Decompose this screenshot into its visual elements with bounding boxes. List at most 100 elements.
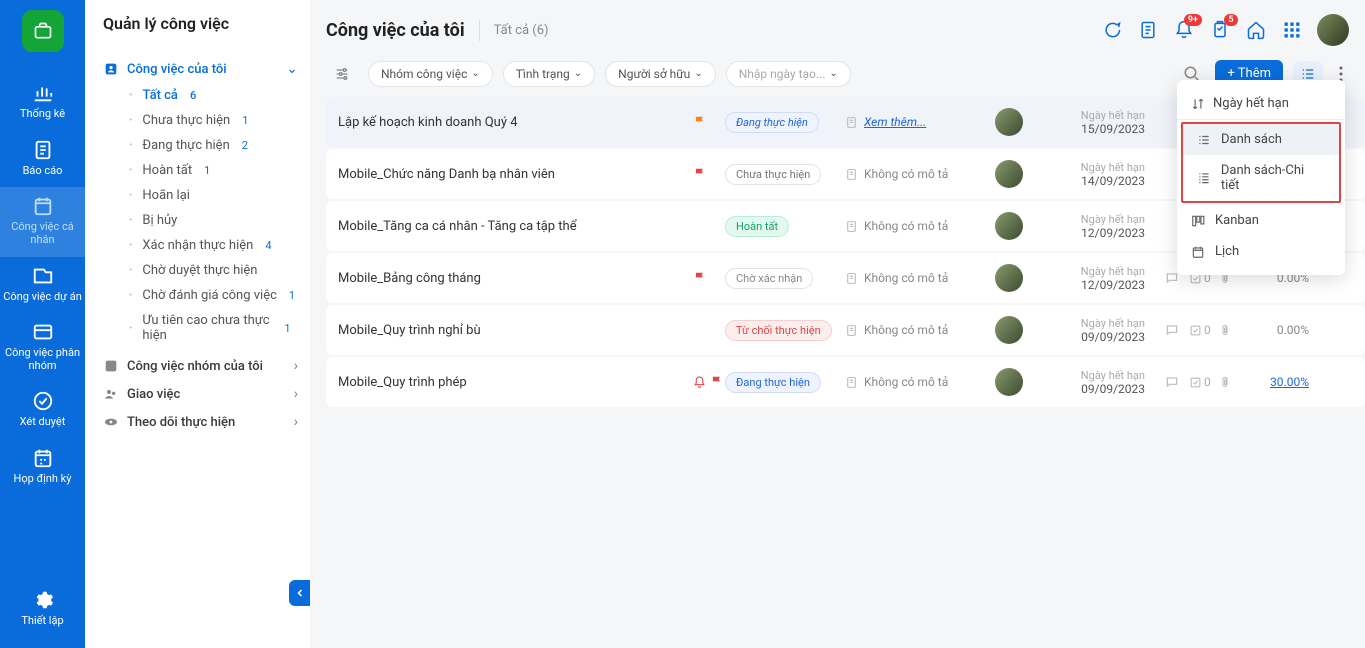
avatar[interactable] xyxy=(995,316,1023,344)
list-icon xyxy=(1197,133,1211,147)
task-due: Ngày hết hạn15/09/2023 xyxy=(1055,109,1145,136)
rail-item-stats[interactable]: Thống kê xyxy=(0,74,85,131)
task-assignee xyxy=(995,160,1055,188)
task-flag xyxy=(693,167,725,181)
users-icon xyxy=(103,386,119,402)
sidebar-group-assign[interactable]: Giao việc › xyxy=(103,380,298,408)
chat-icon[interactable] xyxy=(1101,19,1123,41)
sidebar-group-follow[interactable]: Theo dõi thực hiện › xyxy=(103,408,298,436)
user-avatar[interactable] xyxy=(1317,14,1349,46)
task-description: Không có mô tả xyxy=(845,375,995,389)
rail-label: Công việc phân nhóm xyxy=(5,346,80,372)
task-row[interactable]: Mobile_Quy trình phép Đang thực hiện Không… xyxy=(326,357,1365,407)
rail-item-meetings[interactable]: Họp định kỳ xyxy=(0,439,85,496)
task-due: Ngày hết hạn09/09/2023 xyxy=(1055,369,1145,396)
task-due: Ngày hết hạn09/09/2023 xyxy=(1055,317,1145,344)
dropdown-sort-row[interactable]: Ngày hết hạn xyxy=(1177,88,1345,120)
sidebar-group-my-tasks[interactable]: Công việc của tôi ⌄ xyxy=(103,55,298,83)
task-due: Ngày hết hạn12/09/2023 xyxy=(1055,213,1145,240)
rail-item-personal-tasks[interactable]: Công việc cá nhân xyxy=(0,187,85,256)
rail-item-approve[interactable]: Xét duyệt xyxy=(0,382,85,439)
avatar[interactable] xyxy=(995,160,1023,188)
sidebar-filter-all[interactable]: Tất cả6 xyxy=(127,83,298,108)
task-row[interactable]: Mobile_Quy trình nghỉ bù Từ chối thực hiệ… xyxy=(326,305,1365,355)
dropdown-item-calendar[interactable]: Lịch xyxy=(1177,236,1345,267)
task-flag xyxy=(693,115,725,129)
task-flag xyxy=(693,271,725,285)
doc-icon xyxy=(845,272,858,285)
task-title: Mobile_Quy trình nghỉ bù xyxy=(338,323,693,338)
bell-icon xyxy=(693,376,706,389)
bell-icon[interactable]: 9+ xyxy=(1173,19,1195,41)
status-pill: Từ chối thực hiện xyxy=(725,320,832,341)
avatar[interactable] xyxy=(995,108,1023,136)
flag-icon xyxy=(693,115,707,129)
desc-text: Không có mô tả xyxy=(864,375,948,389)
apps-grid-icon[interactable] xyxy=(1281,19,1303,41)
task-status: Hoàn tất xyxy=(725,216,845,237)
sidebar-filter-not-started[interactable]: Chưa thực hiện1 xyxy=(127,108,298,133)
collapse-sidebar-button[interactable] xyxy=(289,580,311,606)
avatar[interactable] xyxy=(995,264,1023,292)
home-icon[interactable] xyxy=(1245,19,1267,41)
sidebar-filter-done[interactable]: Hoàn tất1 xyxy=(127,158,298,183)
chevron-down-icon: ⌄ xyxy=(694,68,702,79)
task-title: Mobile_Quy trình phép xyxy=(338,375,693,390)
sidebar-group-label: Công việc của tôi xyxy=(127,62,227,77)
task-assignee xyxy=(995,316,1055,344)
task-title: Mobile_Chức năng Danh bạ nhân viên xyxy=(338,167,693,182)
due-date: 12/09/2023 xyxy=(1055,278,1145,292)
page-subtitle: Tất cả (6) xyxy=(480,23,549,38)
sidebar-filter-cancelled[interactable]: Bị hủy xyxy=(127,208,298,233)
status-pill: Hoàn tất xyxy=(725,216,789,237)
sidebar-filter-pending-approval[interactable]: Chờ duyệt thực hiện xyxy=(127,258,298,283)
desc-text: Không có mô tả xyxy=(864,323,948,337)
dropdown-sort-label: Ngày hết hạn xyxy=(1213,96,1289,111)
task-title: Mobile_Tăng ca cá nhân - Tăng ca tập thể xyxy=(338,219,693,234)
filter-owner-button[interactable]: Người sở hữu⌄ xyxy=(605,61,716,87)
dropdown-item-list-detail[interactable]: Danh sách-Chi tiết xyxy=(1183,155,1339,201)
task-status: Từ chối thực hiện xyxy=(725,320,845,341)
due-label: Ngày hết hạn xyxy=(1055,317,1145,330)
task-progress[interactable]: 30.00% xyxy=(1245,375,1315,389)
sidebar-filter-in-progress[interactable]: Đang thực hiện2 xyxy=(127,133,298,158)
sidebar-filter-list: Tất cả6 Chưa thực hiện1 Đang thực hiện2 … xyxy=(103,83,298,348)
dropdown-item-list[interactable]: Danh sách xyxy=(1183,124,1339,155)
task-stats: 0 xyxy=(1145,375,1245,389)
flag-icon xyxy=(693,271,707,285)
status-pill: Đang thực hiện xyxy=(725,372,821,393)
sidebar-filter-pending-review[interactable]: Chờ đánh giá công việc1 xyxy=(127,283,298,308)
filter-settings-button[interactable] xyxy=(326,61,358,87)
rail-item-group-tasks[interactable]: Công việc phân nhóm xyxy=(0,313,85,382)
due-date: 09/09/2023 xyxy=(1055,330,1145,344)
task-description: Không có mô tả xyxy=(845,271,995,285)
status-pill: Chờ xác nhận xyxy=(725,268,813,289)
filter-group-button[interactable]: Nhóm công việc⌄ xyxy=(368,61,493,87)
task-status: Đang thực hiện xyxy=(725,372,845,393)
task-description: Không có mô tả xyxy=(845,219,995,233)
dropdown-item-kanban[interactable]: Kanban xyxy=(1177,205,1345,236)
avatar[interactable] xyxy=(995,212,1023,240)
see-more-link[interactable]: Xem thêm... xyxy=(864,115,926,129)
sidebar-filter-high-priority[interactable]: Ưu tiên cao chưa thực hiện1 xyxy=(127,308,298,348)
left-rail: Thống kê Báo cáo Công việc cá nhân Công … xyxy=(0,0,85,648)
notes-icon[interactable] xyxy=(1137,19,1159,41)
clipboard-icon[interactable]: 5 xyxy=(1209,19,1231,41)
rail-item-report[interactable]: Báo cáo xyxy=(0,131,85,188)
sidebar-filter-confirm[interactable]: Xác nhận thực hiện4 xyxy=(127,233,298,258)
filter-date-input[interactable]: Nhập ngày tạo...⌄ xyxy=(726,61,851,87)
chevron-down-icon: ⌄ xyxy=(829,68,837,79)
dropdown-highlight-box: Danh sách Danh sách-Chi tiết xyxy=(1181,122,1341,203)
task-due: Ngày hết hạn14/09/2023 xyxy=(1055,161,1145,188)
desc-text: Không có mô tả xyxy=(864,219,948,233)
comment-icon xyxy=(1165,375,1179,389)
due-label: Ngày hết hạn xyxy=(1055,265,1145,278)
rail-item-project-tasks[interactable]: Công việc dự án xyxy=(0,257,85,314)
rail-item-settings[interactable]: Thiết lập xyxy=(0,581,85,638)
avatar[interactable] xyxy=(995,368,1023,396)
sidebar-group-team-tasks[interactable]: Công việc nhóm của tôi › xyxy=(103,352,298,380)
checklist-icon: 0 xyxy=(1189,375,1211,389)
filter-status-button[interactable]: Tình trạng⌄ xyxy=(503,61,595,87)
list-detail-icon xyxy=(1197,171,1211,185)
sidebar-filter-postponed[interactable]: Hoãn lại xyxy=(127,183,298,208)
